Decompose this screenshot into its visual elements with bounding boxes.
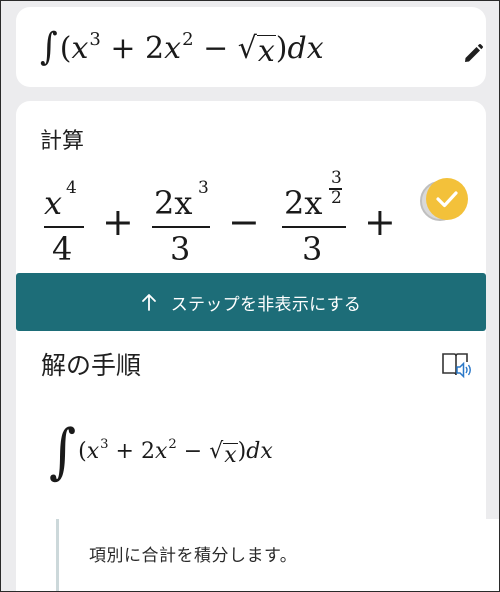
arrow-up-icon — [141, 293, 157, 311]
integral-sign: ∫ — [49, 417, 77, 487]
minus-sign: − — [203, 31, 229, 66]
coefficient: 2 — [145, 31, 165, 66]
coef-x: 2x — [154, 184, 193, 222]
term1-denominator: 4 — [52, 230, 73, 268]
square-root: √ x — [209, 437, 238, 468]
var-x: x — [154, 439, 168, 464]
minus-sign: − — [183, 439, 203, 464]
exponent: 2 — [182, 28, 194, 50]
radical-sign: √ — [209, 439, 224, 464]
immersive-reader-icon — [442, 353, 471, 379]
step-description: 項別に合計を積分します。 — [89, 546, 298, 566]
var-x: x — [257, 33, 275, 69]
differential: dx — [246, 439, 273, 464]
exponent: 4 — [66, 178, 77, 198]
coefficient: 2 — [140, 439, 155, 464]
integral-sign: ∫ — [40, 25, 58, 69]
open-paren: ( — [78, 439, 87, 464]
verified-badge[interactable] — [414, 176, 470, 232]
term3-numerator: 2x — [284, 184, 322, 222]
verified-circle — [426, 178, 468, 220]
var-x: x — [224, 442, 237, 468]
plus-sign: + — [364, 200, 396, 244]
term2-numerator: 2x — [154, 184, 192, 222]
calculation-label: 計算 — [40, 129, 85, 154]
var-x: x — [71, 31, 89, 66]
close-paren: ) — [275, 31, 288, 66]
term2-denominator: 3 — [170, 230, 191, 268]
var-x: x — [86, 439, 100, 464]
close-paren: ) — [237, 439, 247, 464]
plus-sign: + — [115, 439, 134, 464]
exponent: 3 — [100, 437, 109, 453]
problem-card: ∫(x3 + 2x2 − √ x)dx — [16, 7, 486, 87]
hide-steps-label: ステップを非表示にする — [170, 294, 362, 315]
term1-numerator: x — [44, 184, 62, 222]
exponent: 2 — [168, 437, 177, 453]
var-x: x — [44, 184, 63, 222]
solution-steps-title: 解の手順 — [41, 351, 142, 380]
step-detail-panel: 項別に合計を積分します。 — [56, 519, 499, 591]
checkmark-icon — [436, 191, 458, 208]
fraction-bar — [44, 226, 84, 228]
var-x: x — [164, 31, 182, 66]
immersive-reader-button[interactable] — [441, 349, 473, 381]
exponent: 3 — [89, 28, 101, 50]
radical-sign: √ — [237, 31, 257, 66]
differential: dx — [287, 31, 324, 66]
fraction-bar — [152, 226, 210, 228]
minus-sign: − — [228, 200, 260, 244]
pencil-icon — [465, 43, 484, 62]
fraction-bar — [282, 226, 346, 228]
problem-expression[interactable]: ∫(x3 + 2x2 − √ x)dx — [40, 25, 324, 71]
coef-x: 2x — [284, 184, 323, 222]
step-expression: ∫(x3 + 2x2 − √ x)dx — [49, 422, 273, 482]
open-paren: ( — [59, 31, 72, 66]
plus-sign: + — [110, 31, 136, 66]
hide-steps-button[interactable]: ステップを非表示にする — [16, 273, 486, 331]
plus-sign: + — [102, 200, 134, 244]
app-frame: ∫(x3 + 2x2 − √ x)dx 計算 x 4 4 + 2x 3 3 −… — [0, 0, 500, 592]
term3-denominator: 3 — [302, 230, 323, 268]
edit-problem-button[interactable] — [462, 43, 484, 65]
result-expression[interactable]: x 4 4 + 2x 3 3 − 2x 3 2 3 + — [44, 168, 464, 286]
square-root: √ x — [238, 31, 276, 67]
exponent-numerator: 3 — [331, 168, 342, 188]
exponent: 3 — [198, 178, 209, 198]
exponent-denominator: 2 — [331, 188, 342, 208]
